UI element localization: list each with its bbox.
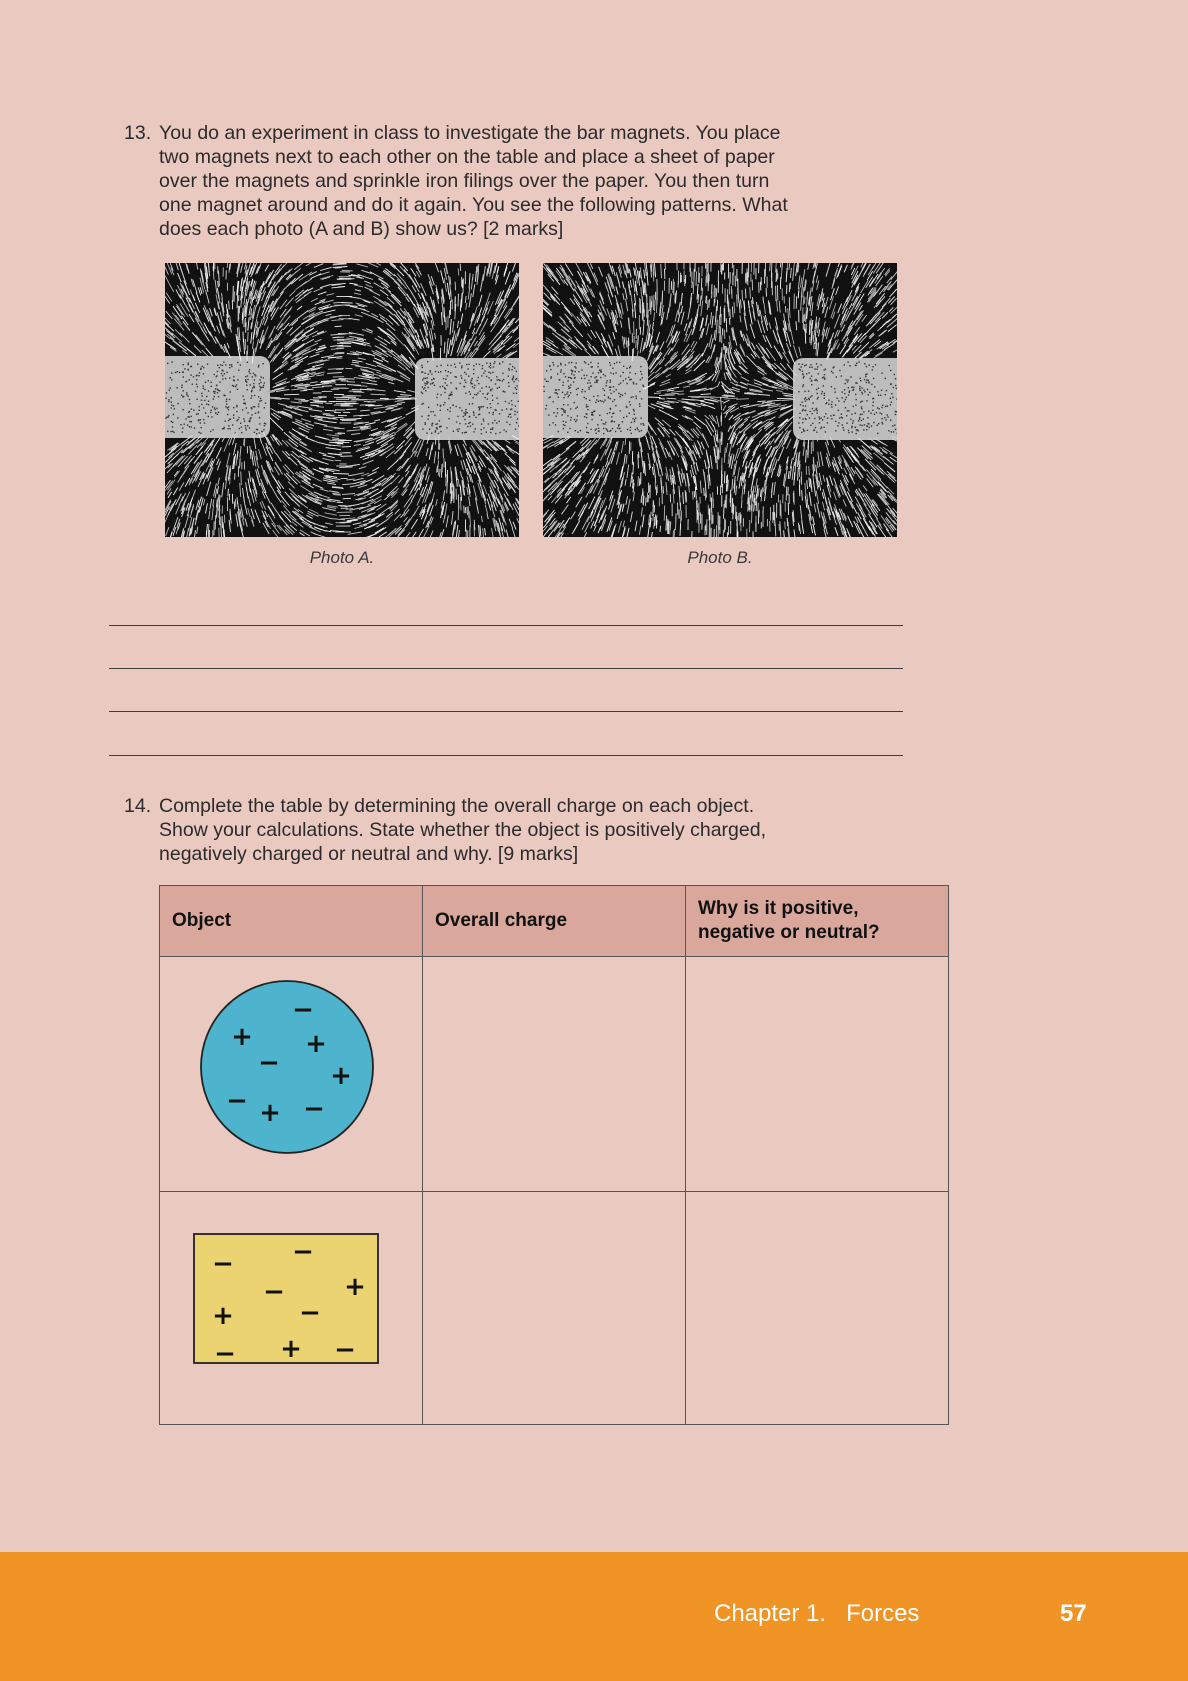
negative-charge-symbol: − — [303, 1094, 325, 1124]
chapter-number: Chapter 1. — [714, 1600, 827, 1627]
question-text: You do an experiment in class to investi… — [159, 121, 788, 241]
table-row: − + + − + − + − — [159, 956, 949, 1192]
object-cell-rectangle: − − − + + − − + − — [159, 1191, 423, 1425]
header-object: Object — [159, 885, 423, 957]
question-14: 14. Complete the table by determining th… — [124, 794, 904, 866]
negative-charge-symbol: − — [299, 1298, 321, 1328]
question-13: 13. You do an experiment in class to inv… — [124, 121, 904, 241]
table-row: − − − + + − − + − — [159, 1191, 949, 1425]
question-line: two magnets next to each other on the ta… — [159, 146, 775, 168]
object-cell-circle: − + + − + − + − — [159, 956, 423, 1192]
overall-charge-answer-cell[interactable] — [422, 1191, 686, 1425]
chapter-label: Chapter 1. Forces — [714, 1600, 919, 1628]
negative-charge-symbol: − — [292, 1237, 314, 1267]
header-why-line: Why is it positive, — [698, 898, 859, 919]
photo-b-caption: Photo B. — [687, 548, 753, 567]
positive-charge-symbol: + — [259, 1098, 281, 1128]
answer-line[interactable] — [109, 625, 903, 626]
answer-line[interactable] — [109, 755, 903, 756]
question-line: Show your calculations. State whether th… — [159, 819, 766, 841]
table-header-row: Object Overall charge Why is it positive… — [159, 885, 949, 957]
answer-line[interactable] — [109, 668, 903, 669]
question-line: negatively charged or neutral and why. [… — [159, 843, 579, 865]
answer-line[interactable] — [109, 711, 903, 712]
question-line: You do an experiment in class to investi… — [159, 122, 781, 144]
negative-charge-symbol: − — [334, 1335, 356, 1365]
positive-charge-symbol: + — [212, 1301, 234, 1331]
charge-table: Object Overall charge Why is it positive… — [159, 885, 949, 1425]
question-line: Complete the table by determining the ov… — [159, 795, 755, 817]
negative-charge-symbol: − — [292, 995, 314, 1025]
photo-a-iron-filings-image — [165, 263, 519, 537]
page-number: 57 — [1060, 1600, 1087, 1627]
header-why: Why is it positive, negative or neutral? — [685, 885, 949, 957]
header-overall-charge: Overall charge — [422, 885, 686, 957]
question-line: one magnet around and do it again. You s… — [159, 194, 788, 216]
negative-charge-symbol: − — [226, 1086, 248, 1116]
chapter-title: Forces — [846, 1600, 920, 1627]
footer-band — [0, 1552, 1188, 1681]
negative-charge-symbol: − — [214, 1339, 236, 1369]
reason-answer-cell[interactable] — [685, 956, 949, 1192]
photo-a-caption: Photo A. — [309, 548, 375, 567]
overall-charge-answer-cell[interactable] — [422, 956, 686, 1192]
reason-answer-cell[interactable] — [685, 1191, 949, 1425]
question-number: 13. — [124, 122, 152, 144]
positive-charge-symbol: + — [305, 1029, 327, 1059]
question-text: Complete the table by determining the ov… — [159, 794, 766, 866]
negative-charge-symbol: − — [212, 1249, 234, 1279]
question-line: does each photo (A and B) show us? [2 ma… — [159, 218, 564, 240]
positive-charge-symbol: + — [344, 1272, 366, 1302]
question-line: over the magnets and sprinkle iron filin… — [159, 170, 770, 192]
photo-b-iron-filings-image — [543, 263, 897, 537]
charged-circle-object: −+ +− +− + − — [200, 980, 374, 1154]
question-number: 14. — [124, 795, 152, 817]
negative-charge-symbol: − — [263, 1277, 285, 1307]
charged-rectangle-object: −−− ++ −− + − — [193, 1233, 379, 1369]
positive-charge-symbol: + — [231, 1022, 253, 1052]
positive-charge-symbol: + — [280, 1334, 302, 1364]
negative-charge-symbol: − — [258, 1048, 280, 1078]
header-why-line: negative or neutral? — [698, 922, 880, 943]
positive-charge-symbol: + — [330, 1061, 352, 1091]
